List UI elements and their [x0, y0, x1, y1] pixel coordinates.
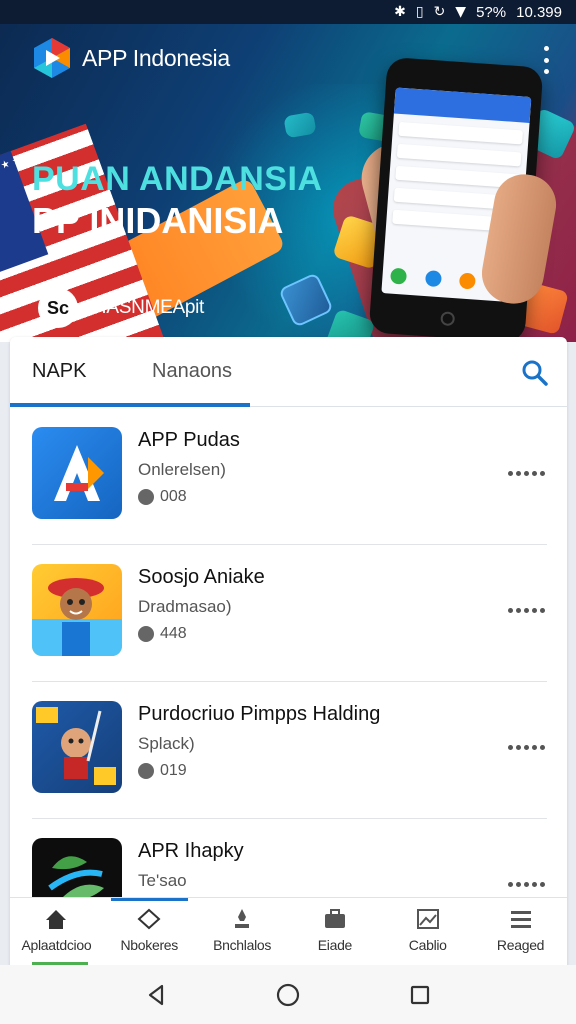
item-more-button[interactable]	[508, 608, 545, 613]
tab-bar: NAPK Nanaons	[10, 337, 567, 407]
user-icon	[138, 763, 154, 779]
app-user-count: 008	[138, 488, 240, 506]
app-list-item[interactable]: Purdocriuo Pimpps Halding Splack) 019	[10, 681, 567, 818]
home-button-icon[interactable]	[274, 981, 302, 1009]
app-title: APP Indonesia	[82, 44, 230, 71]
clock: 10.399	[516, 3, 562, 21]
app-subtitle: Splack)	[138, 734, 195, 753]
app-subtitle: Te'sao	[138, 871, 187, 890]
bottom-navigation: Aplaatdcioo Nbokeres Bnchlalos Eiade Cab…	[10, 897, 567, 965]
nav-item-reaged[interactable]: Reaged	[474, 898, 567, 965]
rocket-icon	[235, 909, 250, 928]
app-name: Soosjo Aniake	[138, 566, 265, 588]
nav-item-bnchlalos[interactable]: Bnchlalos	[196, 898, 289, 965]
app-header: APP Indonesia	[0, 24, 576, 92]
banner-headline-1: PUAN ANDANSIA	[32, 160, 323, 198]
brand-logo: Sc	[38, 288, 78, 328]
item-more-button[interactable]	[508, 471, 545, 476]
tab-nanaons[interactable]: Nanaons	[150, 337, 232, 407]
item-more-button[interactable]	[508, 882, 545, 887]
search-icon[interactable]	[521, 359, 549, 387]
user-icon	[138, 626, 154, 642]
nav-item-nbokeres[interactable]: Nbokeres	[103, 898, 196, 965]
tab-napk[interactable]: NAPK	[10, 337, 150, 407]
battery-level: 5?%	[476, 3, 507, 21]
app-list-item[interactable]: Soosjo Aniake Dradmasao) 448	[10, 544, 567, 681]
recents-icon[interactable]	[406, 981, 434, 1009]
app-subtitle: Dradmasao)	[138, 597, 232, 616]
sync-icon: ↻	[433, 4, 446, 20]
app-icon-a	[32, 427, 122, 519]
status-bar: ✱ ▯ ↻ ▼ 5?% 10.399	[0, 0, 576, 24]
back-icon[interactable]	[142, 981, 170, 1009]
banner-headline-2: PP INIDANISIA	[32, 200, 284, 241]
nav-item-aplaatdcioo[interactable]: Aplaatdcioo	[10, 898, 103, 965]
system-navigation-bar	[0, 965, 576, 1024]
screen: ✱ ▯ ↻ ▼ 5?% 10.399 ★★★★★★★★★★★★★★★★★★★★★…	[0, 0, 576, 1024]
user-icon	[138, 489, 154, 505]
app-list-card: NAPK Nanaons APP Pudas Onlerelsen) 008 S…	[10, 337, 567, 967]
app-name: APR Ihapky	[138, 840, 244, 862]
diamond-icon	[137, 908, 161, 930]
overflow-menu-button[interactable]	[538, 46, 554, 74]
bluetooth-icon: ✱	[394, 4, 406, 20]
wifi-icon: ▼	[455, 4, 467, 20]
app-subtitle: Onlerelsen)	[138, 460, 226, 479]
brand-text: DIASNMEApit	[88, 297, 205, 318]
vibrate-icon: ▯	[415, 4, 424, 20]
app-name: APP Pudas	[138, 429, 240, 451]
item-more-button[interactable]	[508, 745, 545, 750]
nav-item-cablio[interactable]: Cablio	[381, 898, 474, 965]
image-icon	[416, 909, 439, 929]
app-name: Purdocriuo Pimpps Halding	[138, 703, 381, 725]
list-icon	[510, 911, 531, 928]
app-list-item[interactable]: APP Pudas Onlerelsen) 008	[10, 407, 567, 544]
banner-brand: Sc DIASNMEApit	[38, 288, 204, 328]
app-user-count: 448	[138, 625, 265, 643]
home-icon	[46, 910, 67, 929]
app-icon-character	[32, 564, 122, 656]
nav-item-eiade[interactable]: Eiade	[288, 898, 381, 965]
app-user-count: 019	[138, 762, 380, 780]
briefcase-icon	[324, 909, 345, 928]
app-logo-icon	[30, 36, 74, 80]
app-icon-warrior	[32, 701, 122, 793]
